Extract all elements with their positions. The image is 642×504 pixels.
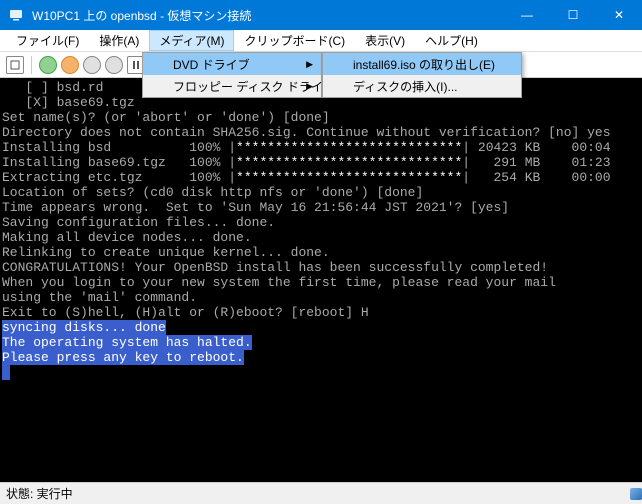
submenu-label: ディスクの挿入(I)... (353, 78, 458, 95)
progress-bar: ***************************** (236, 140, 462, 155)
minimize-button[interactable]: — (504, 0, 550, 30)
console-line: Installing bsd 100% | (2, 140, 236, 155)
submenu-insert-disk[interactable]: ディスクの挿入(I)... (323, 75, 521, 97)
console-line: | 291 MB 01:23 (462, 155, 610, 170)
progress-bar: ***************************** (236, 170, 462, 185)
console-line: | 254 KB 00:00 (462, 170, 610, 185)
status-icon (630, 488, 642, 500)
submenu-arrow-icon: ▶ (306, 59, 313, 70)
submenu-dvd-drive[interactable]: DVD ドライブ ▶ (143, 53, 321, 75)
media-submenu: DVD ドライブ ▶ フロッピー ディスク ドライブ ▶ (142, 52, 322, 98)
console-line: Relinking to create unique kernel... don… (2, 245, 640, 260)
save-button[interactable] (105, 56, 123, 74)
console-line: using the 'mail' command. (2, 290, 640, 305)
console-line: Installing base69.tgz 100% | (2, 155, 236, 170)
start-button[interactable] (39, 56, 57, 74)
console-line: Exit to (S)hell, (H)alt or (R)eboot? [re… (2, 305, 640, 320)
ctrl-alt-del-button[interactable] (6, 56, 24, 74)
console-line-highlight: The operating system has halted. (2, 335, 252, 350)
console-line: Making all device nodes... done. (2, 230, 640, 245)
console-line: Extracting etc.tgz 100% | (2, 170, 236, 185)
menu-media[interactable]: メディア(M) (149, 30, 234, 51)
console-line: CONGRATULATIONS! Your OpenBSD install ha… (2, 260, 640, 275)
console-line-highlight: syncing disks... done (2, 320, 166, 335)
submenu-floppy-drive[interactable]: フロッピー ディスク ドライブ ▶ (143, 75, 321, 97)
turnoff-button[interactable] (61, 56, 79, 74)
toolbar: DVD ドライブ ▶ フロッピー ディスク ドライブ ▶ install69.i… (0, 52, 642, 78)
menu-action[interactable]: 操作(A) (89, 30, 149, 51)
toolbar-separator (31, 56, 32, 74)
close-button[interactable]: ✕ (596, 0, 642, 30)
status-label: 状態: 実行中 (6, 485, 73, 502)
app-icon (8, 7, 24, 23)
submenu-eject-iso[interactable]: install69.iso の取り出し(E) (323, 53, 521, 75)
shutdown-button[interactable] (83, 56, 101, 74)
menu-clipboard[interactable]: クリップボード(C) (234, 30, 355, 51)
menu-help[interactable]: ヘルプ(H) (415, 30, 488, 51)
submenu-arrow-icon: ▶ (306, 81, 313, 92)
console-line: | 20423 KB 00:04 (462, 140, 610, 155)
window-buttons: — ☐ ✕ (504, 0, 642, 30)
console-line: Location of sets? (cd0 disk http nfs or … (2, 185, 640, 200)
console-line: [X] base69.tgz (2, 95, 135, 110)
status-bar: 状態: 実行中 (0, 482, 642, 504)
maximize-button[interactable]: ☐ (550, 0, 596, 30)
console-cursor (2, 365, 10, 380)
progress-bar: ***************************** (236, 155, 462, 170)
menu-view[interactable]: 表示(V) (355, 30, 415, 51)
menu-bar: ファイル(F) 操作(A) メディア(M) クリップボード(C) 表示(V) ヘ… (0, 30, 642, 52)
submenu-label: install69.iso の取り出し(E) (353, 56, 495, 73)
console-line: When you login to your new system the fi… (2, 275, 640, 290)
vm-console[interactable]: [ ] bsd.rd [X] base69.tgz [ ] game69.tgz… (0, 78, 642, 482)
console-line: Directory does not contain SHA256.sig. C… (2, 125, 640, 140)
console-line: Set name(s)? (or 'abort' or 'done') [don… (2, 110, 640, 125)
console-line-highlight: Please press any key to reboot. (2, 350, 244, 365)
dvd-submenu: install69.iso の取り出し(E) ディスクの挿入(I)... (322, 52, 522, 98)
console-line: Saving configuration files... done. (2, 215, 640, 230)
menu-file[interactable]: ファイル(F) (6, 30, 89, 51)
window-title: W10PC1 上の openbsd - 仮想マシン接続 (32, 7, 504, 24)
submenu-label: DVD ドライブ (173, 56, 250, 73)
console-line: Time appears wrong. Set to 'Sun May 16 2… (2, 200, 640, 215)
title-bar: W10PC1 上の openbsd - 仮想マシン接続 — ☐ ✕ (0, 0, 642, 30)
